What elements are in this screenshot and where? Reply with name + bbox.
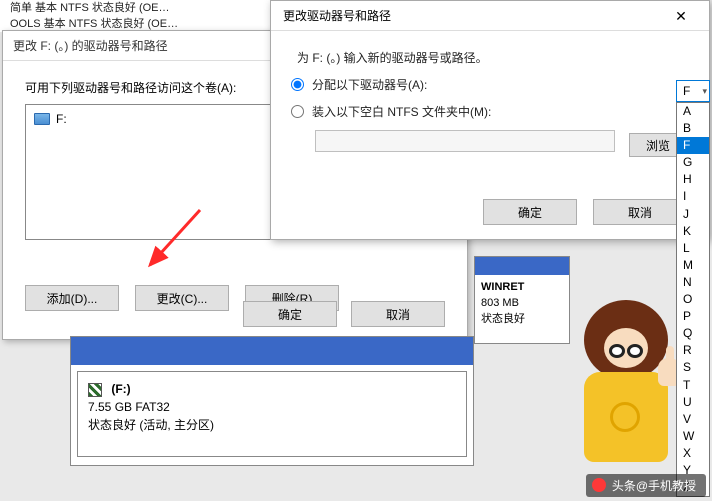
dropdown-option[interactable]: S bbox=[677, 359, 709, 376]
close-icon[interactable]: ✕ bbox=[661, 4, 701, 28]
dialog2-title: 更改驱动器号和路径 bbox=[283, 7, 391, 24]
dropdown-option[interactable]: B bbox=[677, 120, 709, 137]
mascot-image bbox=[566, 300, 686, 480]
change-button[interactable]: 更改(C)... bbox=[135, 285, 229, 311]
dropdown-option[interactable]: I bbox=[677, 188, 709, 205]
dropdown-option[interactable]: K bbox=[677, 223, 709, 240]
dropdown-option[interactable]: N bbox=[677, 274, 709, 291]
dropdown-option[interactable]: G bbox=[677, 154, 709, 171]
volume-size: 803 MB bbox=[481, 297, 519, 309]
radio-mount-input[interactable] bbox=[291, 105, 304, 118]
disk-partition-panel[interactable]: (F:) 7.55 GB FAT32 状态良好 (活动, 主分区) bbox=[70, 336, 474, 466]
dropdown-option[interactable]: F bbox=[677, 137, 709, 154]
dropdown-option[interactable]: L bbox=[677, 240, 709, 257]
drive-letter-dropdown[interactable]: ABFGHIJKLMNOPQRSTUVWXYZ bbox=[676, 102, 710, 497]
dropdown-option[interactable]: R bbox=[677, 342, 709, 359]
watermark: 头条@手机教授 bbox=[586, 474, 706, 497]
radio-assign-letter[interactable]: 分配以下驱动器号(A): bbox=[291, 76, 689, 93]
chevron-down-icon: ▾ bbox=[702, 86, 707, 97]
drive-label: F: bbox=[56, 112, 67, 126]
dropdown-option[interactable]: U bbox=[677, 394, 709, 411]
drive-letter-combo[interactable]: F ▾ bbox=[676, 80, 710, 102]
panel-caption bbox=[71, 337, 473, 365]
ok-button[interactable]: 确定 bbox=[243, 301, 337, 327]
drive-icon bbox=[34, 113, 50, 125]
combo-value: F bbox=[683, 84, 690, 98]
dropdown-option[interactable]: O bbox=[677, 291, 709, 308]
mount-path-field[interactable] bbox=[315, 130, 615, 152]
dropdown-option[interactable]: T bbox=[677, 377, 709, 394]
dropdown-option[interactable]: H bbox=[677, 171, 709, 188]
dropdown-option[interactable]: V bbox=[677, 411, 709, 428]
partition-info: 7.55 GB FAT32 bbox=[88, 400, 170, 414]
add-button[interactable]: 添加(D)... bbox=[25, 285, 119, 311]
dropdown-option[interactable]: P bbox=[677, 308, 709, 325]
radio-assign-label: 分配以下驱动器号(A): bbox=[312, 76, 427, 93]
volume-status: 状态良好 bbox=[481, 313, 525, 325]
dropdown-option[interactable]: M bbox=[677, 257, 709, 274]
dialog2-instruction: 为 F: (。) 输入新的驱动器号或路径。 bbox=[297, 49, 689, 66]
ok-button[interactable]: 确定 bbox=[483, 199, 577, 225]
dialog-assign-letter: 更改驱动器号和路径 ✕ 为 F: (。) 输入新的驱动器号或路径。 分配以下驱动… bbox=[270, 0, 710, 240]
dropdown-option[interactable]: J bbox=[677, 206, 709, 223]
radio-mount-folder[interactable]: 装入以下空白 NTFS 文件夹中(M): bbox=[291, 103, 689, 120]
tile-caption bbox=[475, 257, 569, 275]
partition-label: (F:) bbox=[111, 382, 130, 396]
radio-mount-label: 装入以下空白 NTFS 文件夹中(M): bbox=[312, 103, 491, 120]
hatch-icon bbox=[88, 383, 102, 397]
dropdown-option[interactable]: A bbox=[677, 103, 709, 120]
volume-name: WINRET bbox=[481, 281, 524, 293]
dropdown-option[interactable]: W bbox=[677, 428, 709, 445]
dropdown-option[interactable]: Q bbox=[677, 325, 709, 342]
volume-tile-winret[interactable]: WINRET 803 MB 状态良好 bbox=[474, 256, 570, 344]
radio-assign-input[interactable] bbox=[291, 78, 304, 91]
cancel-button[interactable]: 取消 bbox=[351, 301, 445, 327]
partition-status: 状态良好 (活动, 主分区) bbox=[88, 418, 214, 432]
dropdown-option[interactable]: X bbox=[677, 445, 709, 462]
cancel-button[interactable]: 取消 bbox=[593, 199, 687, 225]
